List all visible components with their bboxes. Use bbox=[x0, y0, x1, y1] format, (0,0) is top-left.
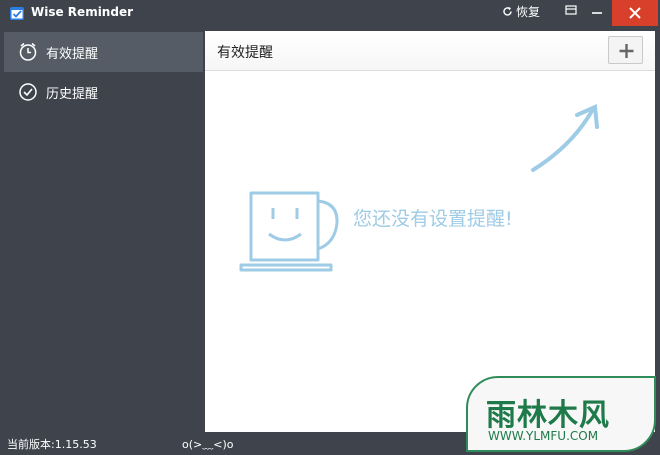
restore-button[interactable]: 恢复 bbox=[502, 2, 540, 20]
emoticon-text: o(>﹏<)o bbox=[182, 438, 234, 451]
watermark-text: 雨林木风 bbox=[486, 398, 610, 433]
restore-label: 恢复 bbox=[516, 4, 541, 19]
app-title: Wise Reminder bbox=[31, 5, 133, 19]
close-icon bbox=[629, 7, 641, 19]
version-label: 当前版本:1.15.53 bbox=[7, 438, 97, 451]
sidebar: 有效提醒 历史提醒 bbox=[0, 28, 205, 432]
page-title: 有效提醒 bbox=[217, 45, 273, 61]
app-icon bbox=[10, 7, 24, 20]
check-circle-icon bbox=[19, 83, 37, 101]
sidebar-item-label: 历史提醒 bbox=[46, 86, 99, 102]
menu-icon[interactable] bbox=[564, 3, 578, 17]
watermark-url: WWW.YLMFU.COM bbox=[488, 429, 599, 443]
plus-icon bbox=[619, 44, 634, 58]
sidebar-item-active-reminders[interactable]: 有效提醒 bbox=[4, 32, 203, 72]
restore-icon bbox=[503, 6, 512, 16]
add-reminder-button[interactable] bbox=[608, 36, 643, 64]
main-panel: 有效提醒 您还没有设置提醒! bbox=[205, 31, 655, 432]
panel-header: 有效提醒 bbox=[205, 31, 655, 71]
coffee-cup-icon bbox=[239, 191, 339, 272]
watermark-logo: 雨林木风 WWW.YLMFU.COM bbox=[466, 376, 656, 452]
sidebar-item-label: 有效提醒 bbox=[46, 46, 99, 62]
sidebar-item-history-reminders[interactable]: 历史提醒 bbox=[4, 72, 203, 112]
minimize-icon[interactable] bbox=[590, 4, 604, 18]
close-button[interactable] bbox=[612, 0, 658, 26]
title-bar: Wise Reminder 恢复 bbox=[0, 0, 660, 28]
clock-icon bbox=[19, 42, 37, 61]
arrow-icon bbox=[531, 104, 599, 172]
empty-state-message: 您还没有设置提醒! bbox=[353, 208, 513, 230]
